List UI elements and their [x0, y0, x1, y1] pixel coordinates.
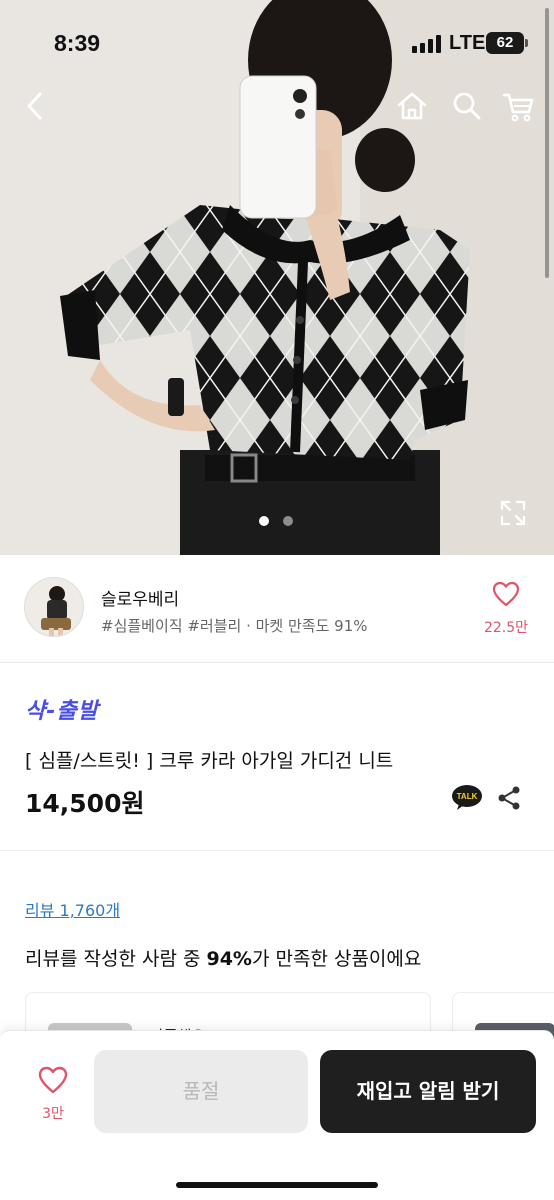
home-button[interactable] [394, 88, 430, 124]
wishlist-count: 3만 [42, 1106, 64, 1122]
purchase-bar: 3만 품절 재입고 알림 받기 [0, 1030, 554, 1200]
status-bar: 8:39 LTE 62 [0, 0, 554, 86]
seller-avatar-image [25, 578, 83, 636]
review-count-link[interactable]: 리뷰 1,760개 [25, 897, 120, 921]
home-icon [397, 92, 427, 120]
home-indicator[interactable] [176, 1182, 378, 1188]
search-icon [453, 92, 481, 120]
shipping-badge: 샥-출발 [25, 699, 99, 724]
seller-like-button[interactable]: 22.5만 [478, 581, 534, 637]
heart-icon [38, 1066, 68, 1094]
back-button[interactable] [18, 88, 54, 124]
battery-tip [525, 39, 528, 47]
signal-icon [412, 35, 442, 53]
review-summary-suffix: 가 만족한 상품이에요 [251, 948, 422, 970]
search-button[interactable] [448, 88, 484, 124]
cart-button[interactable] [500, 88, 536, 124]
review-summary: 리뷰를 작성한 사람 중 94%가 만족한 상품이에요 [25, 944, 421, 971]
review-summary-prefix: 리뷰를 작성한 사람 중 [25, 948, 207, 970]
seller-tags: #심플베이직 #러블리 · 마켓 만족도 91% [101, 617, 368, 635]
network-type: LTE [449, 32, 486, 54]
soldout-button[interactable]: 품절 [94, 1050, 308, 1133]
gallery-pagination [254, 516, 298, 528]
product-price: 14,500원 [25, 789, 145, 818]
product-title: [ 심플/스트릿! ] 크루 카라 아가일 가디건 니트 [25, 750, 394, 772]
status-time: 8:39 [54, 30, 101, 56]
expand-icon[interactable] [498, 498, 528, 528]
seller-avatar[interactable] [24, 577, 84, 637]
seller-info[interactable]: 슬로우베리 #심플베이직 #러블리 · 마켓 만족도 91% 22.5만 [0, 555, 554, 663]
gallery-dot[interactable] [283, 516, 293, 526]
gallery-dot-active[interactable] [259, 516, 269, 526]
talk-label: TALK [457, 792, 478, 801]
seller-like-count: 22.5만 [483, 620, 529, 636]
chevron-left-icon [27, 92, 42, 120]
kakao-talk-icon[interactable]: TALK [451, 784, 483, 810]
wishlist-button[interactable]: 3만 [28, 1065, 78, 1123]
share-icon[interactable] [495, 784, 523, 812]
section-divider [0, 850, 554, 851]
review-satisfaction-percent: 94% [206, 948, 252, 970]
product-image-gallery[interactable]: 8:39 LTE 62 [0, 0, 554, 555]
cart-icon [502, 93, 534, 122]
restock-alert-button[interactable]: 재입고 알림 받기 [320, 1050, 536, 1133]
battery-icon: 62 [486, 32, 524, 54]
heart-icon [492, 581, 520, 607]
seller-name[interactable]: 슬로우베리 [101, 585, 179, 610]
